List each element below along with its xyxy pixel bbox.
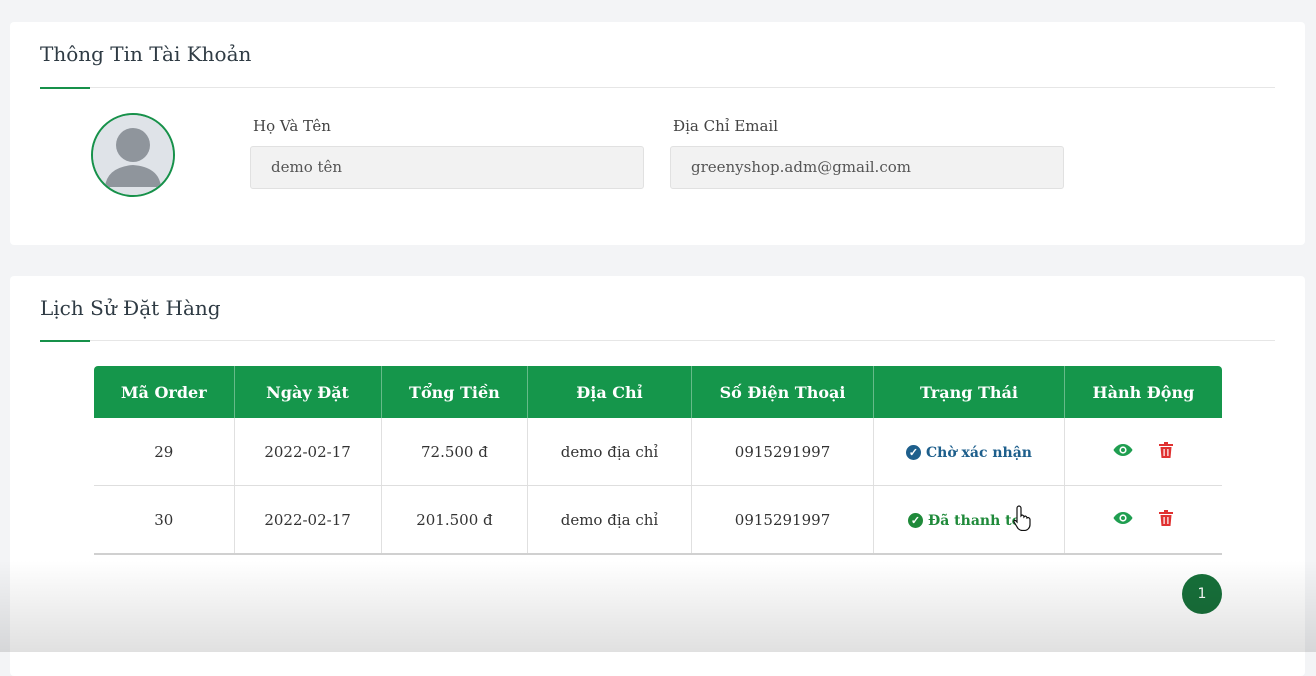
order-id-cell: 30 <box>94 485 235 555</box>
status-label: Chờ xác nhận <box>926 444 1032 461</box>
order-id-cell: 29 <box>94 418 235 486</box>
status-badge: ✓ Chờ xác nhận <box>906 445 1032 461</box>
title-accent-bar <box>40 340 90 342</box>
order-status-cell: ✓ Đã thanh toa <box>873 485 1065 555</box>
avatar <box>91 113 175 197</box>
order-date-cell: 2022-02-17 <box>234 418 382 486</box>
status-badge: ✓ Đã thanh toa <box>908 513 1030 529</box>
column-header-actions: Hành Động <box>1064 366 1222 418</box>
eye-icon[interactable] <box>1113 443 1133 461</box>
divider <box>40 87 1275 88</box>
trash-icon[interactable] <box>1159 509 1174 530</box>
email-label: Địa Chỉ Email <box>673 117 779 135</box>
pagination-page-button[interactable]: 1 <box>1182 574 1222 614</box>
column-header-status: Trạng Thái <box>873 366 1065 418</box>
order-phone-cell: 0915291997 <box>691 418 875 486</box>
email-field[interactable]: greenyshop.adm@gmail.com <box>670 146 1064 189</box>
order-total-cell: 201.500 đ <box>381 485 529 555</box>
column-header-address: Địa Chỉ <box>527 366 692 418</box>
check-circle-icon: ✓ <box>906 445 922 461</box>
check-circle-icon: ✓ <box>908 513 923 529</box>
account-info-title: Thông Tin Tài Khoản <box>40 42 252 66</box>
order-date-cell: 2022-02-17 <box>234 485 382 555</box>
eye-icon[interactable] <box>1113 511 1133 529</box>
table-row: 30 2022-02-17 201.500 đ demo địa chỉ 091… <box>94 485 1222 555</box>
column-header-order-id: Mã Order <box>94 366 235 418</box>
order-history-card: Lịch Sử Đặt Hàng Mã Order Ngày Đặt Tổng … <box>10 276 1305 676</box>
order-actions-cell <box>1064 418 1222 486</box>
full-name-label: Họ Và Tên <box>253 117 331 135</box>
column-header-order-date: Ngày Đặt <box>234 366 382 418</box>
order-address-cell: demo địa chỉ <box>527 418 692 486</box>
column-header-total: Tổng Tiền <box>381 366 529 418</box>
order-history-title: Lịch Sử Đặt Hàng <box>40 296 221 320</box>
divider <box>40 340 1275 341</box>
order-status-cell: ✓ Chờ xác nhận <box>873 418 1065 486</box>
user-avatar-icon <box>93 115 173 195</box>
title-accent-bar <box>40 87 90 89</box>
pointer-cursor-icon <box>1013 505 1031 535</box>
table-row: 29 2022-02-17 72.500 đ demo địa chỉ 0915… <box>94 418 1222 486</box>
order-total-cell: 72.500 đ <box>381 418 529 486</box>
trash-icon[interactable] <box>1159 441 1174 462</box>
orders-table: Mã Order Ngày Đặt Tổng Tiền Địa Chỉ Số Đ… <box>94 366 1222 555</box>
order-address-cell: demo địa chỉ <box>527 485 692 555</box>
order-phone-cell: 0915291997 <box>691 485 875 555</box>
account-info-card: Thông Tin Tài Khoản Họ Và Tên demo tên Đ… <box>10 22 1305 245</box>
table-header-row: Mã Order Ngày Đặt Tổng Tiền Địa Chỉ Số Đ… <box>94 366 1222 418</box>
full-name-field[interactable]: demo tên <box>250 146 644 189</box>
order-actions-cell <box>1064 485 1222 555</box>
column-header-phone: Số Điện Thoại <box>691 366 875 418</box>
